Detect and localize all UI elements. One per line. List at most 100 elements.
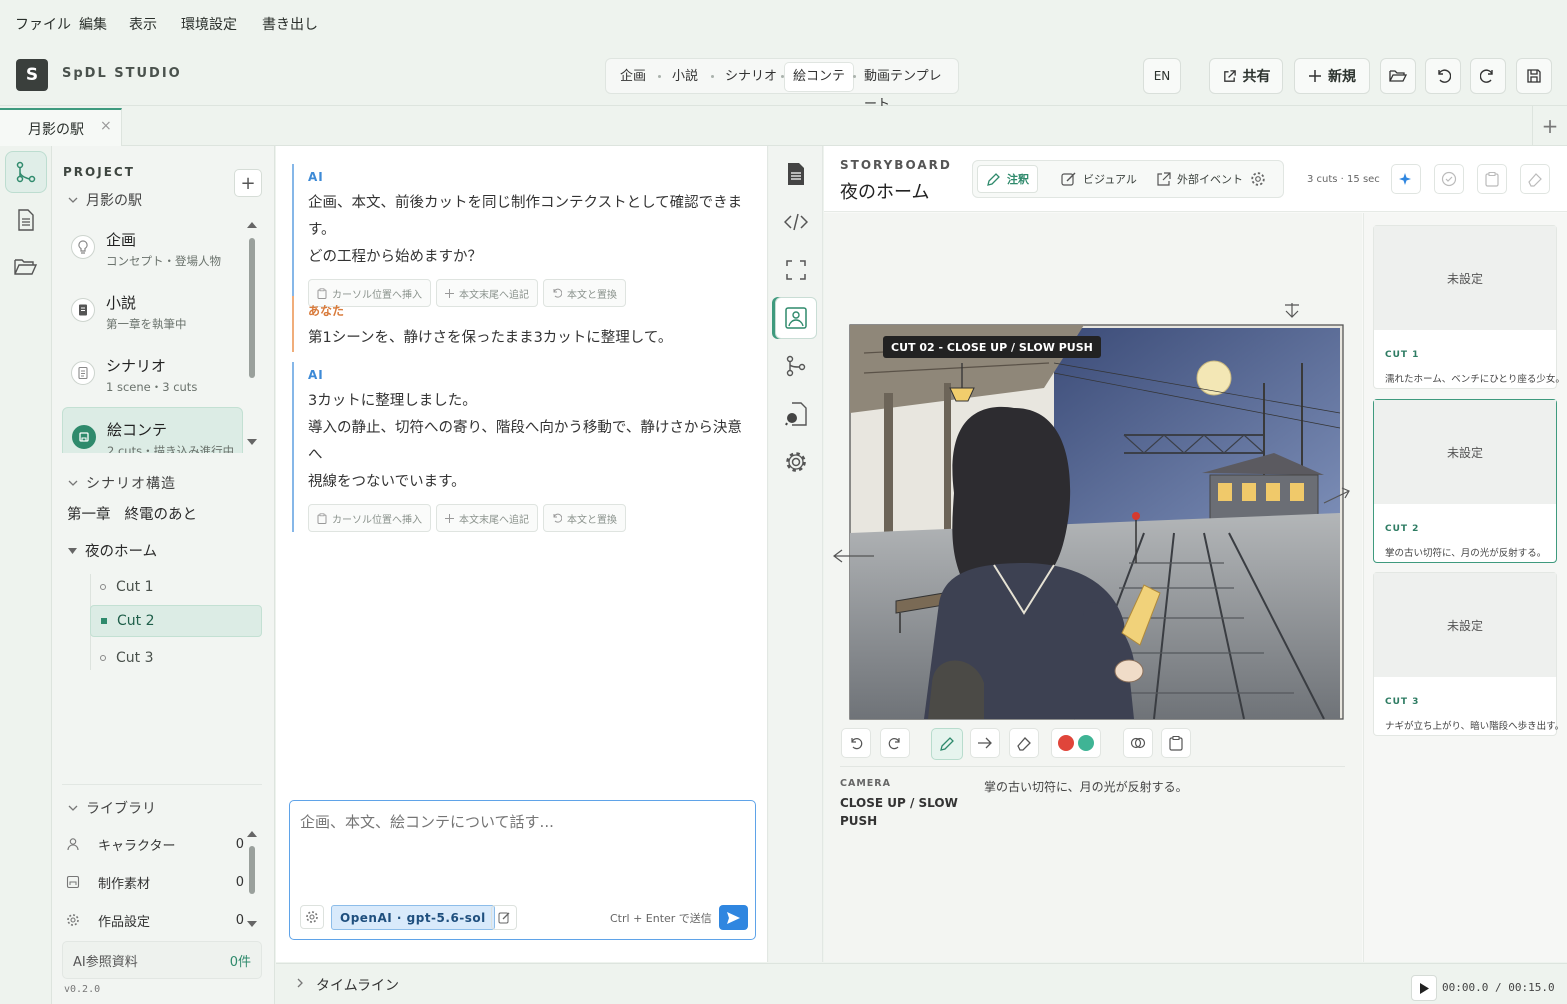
insert-at-cursor-button[interactable]: カーソル位置へ挿入 [308, 504, 431, 532]
menu-file[interactable]: ファイル [15, 14, 71, 34]
append-to-end-button[interactable]: 本文末尾へ追記 [436, 504, 538, 532]
tool-document-button[interactable] [775, 153, 817, 195]
tool-image-button[interactable] [775, 297, 817, 339]
nav-scrollbar[interactable] [247, 221, 257, 451]
tab-visual[interactable]: ビジュアル [1053, 165, 1145, 193]
chapter-row[interactable]: 第一章 終電のあと [67, 503, 197, 524]
tree-cut-3[interactable]: Cut 3 [90, 642, 262, 674]
nav-item-planning[interactable]: 企画 コンセプト・登場人物 [62, 218, 242, 276]
rail-document-button[interactable] [5, 199, 47, 241]
project-tree-root[interactable]: 月影の駅 [68, 190, 142, 210]
draw-clipboard-button[interactable] [1161, 728, 1191, 758]
tool-code-button[interactable] [775, 201, 817, 243]
cut-card-1[interactable]: 未設定 CUT 1 濡れたホーム、ベンチにひとり座る少女。 [1373, 225, 1565, 389]
ai-references-row[interactable]: AI参照資料 0件 [62, 941, 262, 979]
erase-frame-button[interactable] [1520, 164, 1550, 194]
library-scrollbar[interactable] [247, 830, 257, 930]
chevron-right-icon [297, 978, 303, 988]
composer-settings-button[interactable] [300, 905, 324, 929]
library-item-settings[interactable]: 作品設定 0 [66, 905, 244, 935]
message-line: 企画、本文、前後カットを同じ制作コンテクストとして確認できます。 [308, 195, 743, 238]
approve-button[interactable] [1434, 164, 1464, 194]
tab-annotation[interactable]: 注釈 [977, 165, 1038, 193]
export-frame-button[interactable] [1477, 164, 1507, 194]
tool-branch-button[interactable] [775, 345, 817, 387]
mode-tab-planning[interactable]: 企画 [612, 63, 654, 91]
scroll-thumb[interactable] [249, 846, 255, 894]
color-swatch-red[interactable] [1058, 735, 1074, 751]
library-item-count: 0 [235, 836, 244, 852]
chat-message-ai: AI 3カットに整理しました。 導入の静止、切符への寄り、階段へ向かう移動で、静… [292, 362, 752, 532]
tree-cut-label: Cut 1 [116, 579, 154, 595]
replace-text-button[interactable]: 本文と置換 [543, 504, 626, 532]
color-swatch-teal[interactable] [1078, 735, 1094, 751]
action-label: 本文と置換 [567, 514, 617, 526]
rail-folder-button[interactable] [5, 246, 47, 288]
chat-input[interactable] [300, 811, 745, 891]
send-button[interactable] [719, 905, 748, 930]
draw-duplicate-button[interactable] [1123, 728, 1153, 758]
tool-settings-button[interactable] [775, 441, 817, 483]
storyboard-canvas[interactable]: CUT 02 - CLOSE UP / SLOW PUSH CAMERA CLO… [824, 213, 1362, 962]
draw-undo-button[interactable] [841, 728, 871, 758]
tab-external-event[interactable]: 外部イベント [1148, 165, 1251, 193]
menu-edit[interactable]: 編集 [79, 14, 107, 34]
color-picker[interactable] [1051, 728, 1101, 758]
menu-bar: ファイル 編集 表示 環境設定 書き出し [0, 0, 1567, 46]
draw-pen-button[interactable] [931, 728, 963, 760]
nav-item-storyboard[interactable]: 絵コンテ 2 cuts・描き込み進行中 [62, 407, 243, 453]
close-icon[interactable]: × [100, 118, 112, 134]
add-tab-button[interactable]: + [1532, 106, 1567, 146]
timeline-toggle[interactable] [296, 978, 304, 988]
tool-fullscreen-button[interactable] [775, 249, 817, 291]
ai-references-label: AI参照資料 [73, 954, 138, 970]
redo-button[interactable] [1470, 58, 1506, 94]
frame-cut-label: CUT 02 - CLOSE UP / SLOW PUSH [883, 336, 1101, 358]
nav-item-scenario[interactable]: シナリオ 1 scene・3 cuts [62, 344, 242, 402]
scroll-thumb[interactable] [249, 238, 255, 378]
save-button[interactable] [1516, 58, 1552, 94]
cut-card-3[interactable]: 未設定 CUT 3 ナギが立ち上がり、暗い階段へ歩き出す。 [1373, 572, 1564, 736]
app-header: S SpDL STUDIO 企画 小説 シナリオ 絵コンテ 動画テンプレート E… [0, 46, 1567, 112]
menu-preferences[interactable]: 環境設定 [181, 14, 237, 34]
composer-edit-button[interactable] [491, 905, 517, 930]
mode-tab-novel[interactable]: 小説 [664, 63, 706, 91]
mode-tab-video-template[interactable]: 動画テンプレート [856, 63, 958, 112]
undo-icon [851, 738, 863, 750]
tree-cut-2[interactable]: Cut 2 [90, 605, 262, 637]
timeline-label: タイムライン [316, 978, 400, 994]
draw-redo-button[interactable] [880, 728, 910, 758]
share-button[interactable]: 共有 [1209, 58, 1283, 94]
language-button[interactable]: EN [1143, 58, 1181, 94]
ai-generate-button[interactable] [1391, 164, 1421, 194]
mode-tab-scenario[interactable]: シナリオ [717, 63, 785, 91]
menu-export[interactable]: 書き出し [262, 14, 318, 34]
scene-row[interactable]: 夜のホーム [68, 540, 157, 561]
document-tab[interactable]: 月影の駅 × [0, 108, 122, 146]
project-name: 月影の駅 [86, 193, 142, 209]
new-button[interactable]: 新規 [1294, 58, 1370, 94]
cut-card-2[interactable]: 未設定 CUT 2 掌の古い切符に、月の光が反射する。 [1373, 399, 1557, 563]
play-button[interactable] [1411, 975, 1437, 1001]
structure-section-toggle[interactable]: シナリオ構造 [68, 473, 176, 493]
tree-cut-1[interactable]: Cut 1 [90, 571, 262, 603]
nav-item-title: 小説 [106, 294, 137, 312]
draw-arrow-button[interactable] [970, 728, 1000, 758]
nav-item-novel[interactable]: 小説 第一章を執筆中 [62, 281, 242, 339]
undo-button[interactable] [1425, 58, 1461, 94]
storyboard-settings-button[interactable] [1250, 171, 1266, 187]
open-folder-button[interactable] [1380, 58, 1416, 94]
tool-file-search-button[interactable] [775, 393, 817, 435]
duplicate-icon [1130, 737, 1146, 749]
library-item-assets[interactable]: 制作素材 0 [66, 867, 244, 897]
menu-view[interactable]: 表示 [129, 14, 157, 34]
rail-structure-button[interactable] [5, 151, 47, 193]
library-section-toggle[interactable]: ライブラリ [68, 798, 156, 818]
add-project-item-button[interactable]: + [234, 169, 262, 197]
app-logo: S [16, 59, 48, 91]
library-item-characters[interactable]: キャラクター 0 [66, 829, 244, 859]
model-selector[interactable]: OpenAI · gpt-5.6-sol [331, 905, 495, 930]
mode-tab-storyboard[interactable]: 絵コンテ [785, 63, 854, 91]
draw-eraser-button[interactable] [1009, 728, 1039, 758]
cut-thumbnail: 未設定 [1374, 573, 1556, 677]
